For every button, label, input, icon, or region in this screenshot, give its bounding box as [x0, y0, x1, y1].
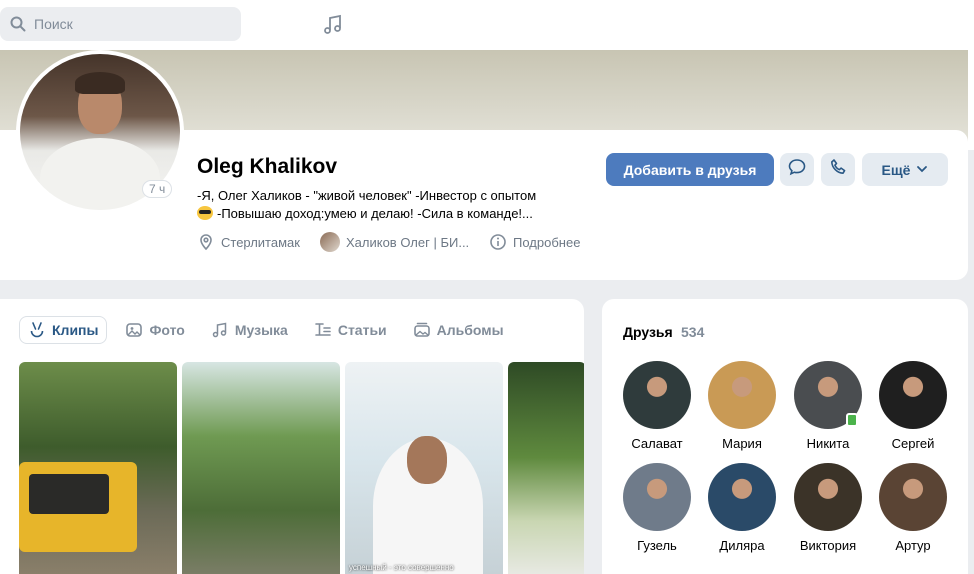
friend-item[interactable]: Сергей: [870, 361, 956, 451]
friend-name: Диляра: [719, 538, 765, 553]
sunglasses-emoji-icon: [197, 206, 213, 220]
more-info-link[interactable]: Подробнее: [489, 233, 580, 251]
chevron-down-icon: [916, 162, 928, 178]
more-button[interactable]: Ещё: [862, 153, 948, 186]
friend-name: Гузель: [637, 538, 677, 553]
call-button[interactable]: [821, 153, 855, 186]
city-label: Стерлитамак: [221, 234, 300, 250]
clip-caption: успешный - это совершенно: [349, 563, 454, 572]
music-icon[interactable]: [321, 13, 345, 37]
tab-articles[interactable]: Статьи: [306, 316, 395, 344]
friend-item[interactable]: Артур: [870, 463, 956, 553]
status-line-2-text: -Повышаю доход:умею и делаю! -Сила в ком…: [217, 206, 533, 221]
tab-albums[interactable]: Альбомы: [405, 316, 512, 344]
more-info-label: Подробнее: [513, 234, 581, 250]
friend-name: Салават: [631, 436, 683, 451]
info-icon: [489, 233, 507, 251]
message-icon: [787, 157, 807, 182]
tab-clips-label: Клипы: [52, 322, 99, 338]
friend-name: Никита: [806, 436, 850, 451]
friend-name: Сергей: [891, 436, 935, 451]
message-button[interactable]: [780, 153, 814, 186]
media-tabs: Клипы Фото Музыка Статьи Альбомы: [19, 316, 522, 344]
tab-photo[interactable]: Фото: [117, 316, 192, 344]
tab-photo-label: Фото: [149, 322, 185, 338]
clip-thumbnail[interactable]: [508, 362, 584, 574]
work-info[interactable]: Халиков Олег | БИ...: [320, 232, 470, 252]
clips-icon: [28, 321, 46, 339]
search-icon: [9, 15, 27, 33]
media-card: Клипы Фото Музыка Статьи Альбомы успешны…: [0, 299, 584, 574]
friend-item[interactable]: Мария: [699, 361, 785, 451]
search-box[interactable]: [0, 7, 241, 41]
friend-avatar: [708, 463, 776, 531]
clip-thumbnail[interactable]: [182, 362, 340, 574]
tab-articles-label: Статьи: [337, 322, 387, 338]
friend-avatar: [623, 463, 691, 531]
friend-avatar: [879, 463, 947, 531]
clips-row: успешный - это совершенно: [19, 362, 584, 574]
albums-icon: [413, 321, 431, 339]
tab-clips[interactable]: Клипы: [19, 316, 108, 344]
more-button-label: Ещё: [881, 161, 911, 178]
status-line-1: -Я, Олег Халиков - "живой человек" -Инве…: [197, 188, 537, 203]
city-info[interactable]: Стерлитамак: [197, 233, 300, 251]
search-input[interactable]: [34, 16, 224, 32]
friend-name: Артур: [895, 538, 931, 553]
friend-avatar: [794, 361, 862, 429]
friend-avatar: [879, 361, 947, 429]
friend-item[interactable]: Никита: [785, 361, 871, 451]
friends-count: 534: [681, 324, 705, 340]
phone-icon: [828, 157, 848, 182]
friends-card: Друзья 534 Салават Мария Никита Сергей Г…: [602, 299, 968, 574]
work-avatar: [320, 232, 340, 252]
articles-icon: [314, 321, 332, 339]
work-label: Халиков Олег | БИ...: [346, 234, 470, 250]
clip-thumbnail[interactable]: успешный - это совершенно: [345, 362, 503, 574]
friend-avatar: [708, 361, 776, 429]
tab-music-label: Музыка: [234, 322, 288, 338]
music-icon: [211, 321, 229, 339]
friend-name: Виктория: [799, 538, 857, 553]
photo-icon: [125, 321, 143, 339]
friend-name: Мария: [722, 436, 762, 451]
friend-avatar: [623, 361, 691, 429]
top-bar: [0, 0, 974, 50]
clip-thumbnail[interactable]: [19, 362, 177, 574]
friend-item[interactable]: Гузель: [614, 463, 700, 553]
friends-title[interactable]: Друзья: [623, 324, 673, 340]
friend-item[interactable]: Салават: [614, 361, 700, 451]
add-friend-button[interactable]: Добавить в друзья: [606, 153, 774, 186]
status-line-2: -Повышаю доход:умею и делаю! -Сила в ком…: [197, 206, 533, 221]
mobile-online-icon: [846, 413, 858, 427]
friend-item[interactable]: Диляра: [699, 463, 785, 553]
friend-item[interactable]: Виктория: [785, 463, 871, 553]
location-pin-icon: [197, 233, 215, 251]
last-seen-badge: 7 ч: [142, 180, 173, 198]
friend-avatar: [794, 463, 862, 531]
profile-name: Oleg Khalikov: [197, 155, 338, 178]
tab-albums-label: Альбомы: [436, 322, 504, 338]
tab-music[interactable]: Музыка: [203, 316, 296, 344]
